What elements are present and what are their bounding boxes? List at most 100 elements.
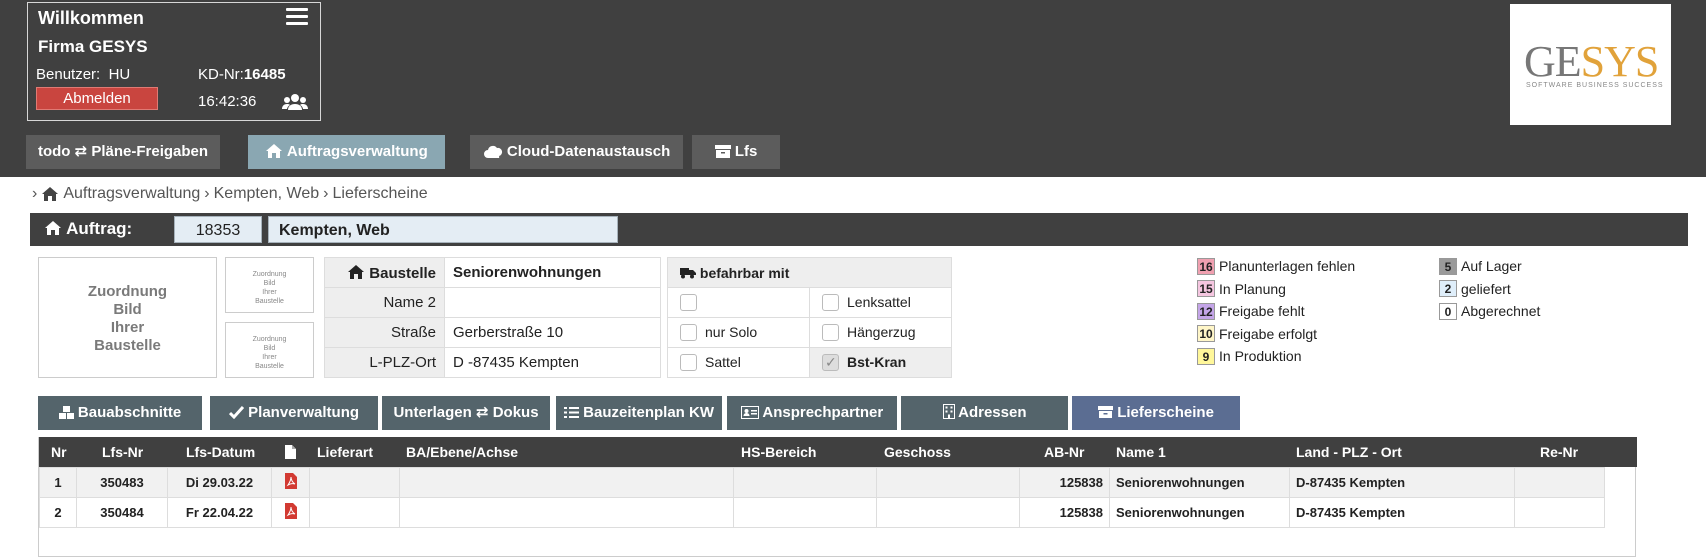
adressen-button[interactable]: Adressen [901, 396, 1068, 430]
column-header-geschoss[interactable]: Geschoss [884, 444, 951, 460]
building-icon [942, 404, 955, 419]
cell-land-plz-ort: D-87435 Kempten [1289, 497, 1515, 528]
pdf-icon[interactable] [284, 473, 297, 489]
legend-item: 5 Auf Lager [1439, 255, 1540, 278]
users-icon[interactable] [282, 93, 308, 111]
column-header-re-nr[interactable]: Re-Nr [1540, 444, 1578, 460]
cell-ab-nr: 125838 [1019, 467, 1110, 498]
archive-icon [1098, 406, 1114, 418]
column-header-lfs-nr[interactable]: Lfs-Nr [102, 444, 143, 460]
baustelle-thumbnail-2[interactable]: Zuordnung Bild Ihrer Baustelle [225, 322, 314, 378]
legend-label: Auf Lager [1461, 258, 1522, 275]
befahrbar-option-haengerzug[interactable]: Hängerzug [809, 317, 952, 348]
cell-pdf[interactable] [271, 467, 310, 498]
breadcrumb-kempten-web[interactable]: Kempten, Web [214, 185, 320, 203]
hamburger-menu-icon[interactable] [286, 8, 308, 26]
status-legend-left: 16 Planunterlagen fehlen 15 In Planung 12 F… [1197, 255, 1355, 368]
chevron-right-icon: › [323, 185, 329, 202]
lieferscheine-table: Nr Lfs-Nr Lfs-Datum Lieferart BA/Ebene/A… [38, 437, 1637, 557]
welcome-text: Willkommen [38, 8, 144, 28]
befahrbar-option-sattel[interactable]: Sattel [667, 347, 810, 378]
legend-item: 10 Freigabe erfolgt [1197, 323, 1355, 346]
legend-item: 16 Planunterlagen fehlen [1197, 255, 1355, 278]
befahrbar-option-nur-solo[interactable]: nur Solo [667, 317, 810, 348]
legend-item: 0 Abgerechnet [1439, 300, 1540, 323]
kd-label: KD-Nr: [198, 66, 244, 83]
column-header-ba-ebene-achse[interactable]: BA/Ebene/Achse [406, 444, 518, 460]
tab-cloud-datenaustausch[interactable]: Cloud-Datenaustausch [470, 135, 683, 169]
status-count-badge: 9 [1197, 347, 1215, 365]
checkbox[interactable] [680, 324, 697, 342]
status-count-badge: 16 [1197, 257, 1215, 275]
cell-name-1: Seniorenwohnungen [1109, 497, 1290, 528]
kd-value: 16485 [243, 66, 286, 83]
ansprechpartner-button[interactable]: Ansprechpartner [727, 396, 897, 430]
status-legend-right: 5 Auf Lager 2 geliefert 0 Abgerechnet [1439, 255, 1540, 323]
column-header-lieferart[interactable]: Lieferart [317, 444, 373, 460]
column-header-lfs-datum[interactable]: Lfs-Datum [186, 444, 255, 460]
baustelle-value: D -87435 Kempten [444, 347, 661, 378]
befahrbar-option-bst-kran[interactable]: Bst-Kran [809, 347, 952, 378]
auftrag-name-field[interactable]: Kempten, Web [268, 216, 618, 243]
table-row[interactable]: 2 350484 Fr 22.04.22 125838 Seniorenwohn… [39, 497, 1605, 528]
logo-ge: GE [1524, 37, 1582, 86]
cell-lfs-nr: 350484 [76, 497, 168, 528]
bauabschnitte-button[interactable]: Bauabschnitte [38, 396, 202, 430]
baustelle-info-table: Baustelle Seniorenwohnungen Name 2 Straß… [324, 257, 661, 378]
table-body: 1 350483 Di 29.03.22 125838 Seniorenwohn… [39, 467, 1605, 528]
breadcrumb-auftragsverwaltung[interactable]: Auftragsverwaltung [63, 185, 200, 203]
checkbox-checked[interactable] [822, 354, 839, 372]
home-icon [45, 221, 61, 235]
befahrbar-option[interactable] [667, 287, 810, 318]
status-count-badge: 12 [1197, 302, 1215, 320]
baustelle-image-placeholder[interactable]: Zuordnung Bild Ihrer Baustelle [38, 257, 217, 378]
status-count-badge: 0 [1439, 302, 1457, 320]
breadcrumb-lieferscheine[interactable]: Lieferscheine [333, 185, 428, 203]
tab-todo-plaene-freigaben[interactable]: todo ⇄ Pläne-Freigaben [26, 135, 220, 169]
baustelle-value: Gerberstraße 10 [444, 317, 661, 348]
cell-geschoss [876, 467, 1020, 498]
column-header-hs-bereich[interactable]: HS-Bereich [741, 444, 816, 460]
auftrag-number-field[interactable]: 18353 [174, 216, 262, 243]
lieferscheine-button[interactable]: Lieferscheine [1072, 396, 1240, 430]
tab-auftragsverwaltung[interactable]: Auftragsverwaltung [248, 135, 445, 169]
cell-pdf[interactable] [271, 497, 310, 528]
befahrbar-table: befahrbar mit Lenksattel nur Solo Hänger… [667, 257, 952, 378]
baustelle-thumbnail-1[interactable]: Zuordnung Bild Ihrer Baustelle [225, 257, 314, 313]
planverwaltung-button[interactable]: Planverwaltung [210, 396, 378, 430]
legend-label: Planunterlagen fehlen [1219, 258, 1356, 275]
breadcrumb: › Auftragsverwaltung › Kempten, Web › Li… [32, 185, 428, 203]
cell-name-1: Seniorenwohnungen [1109, 467, 1290, 498]
befahrbar-option-lenksattel[interactable]: Lenksattel [809, 287, 952, 318]
cell-lieferart [309, 467, 400, 498]
column-header-ab-nr[interactable]: AB-Nr [1044, 444, 1084, 460]
legend-label: geliefert [1461, 280, 1511, 297]
legend-label: Abgerechnet [1461, 303, 1541, 320]
home-icon [42, 187, 59, 201]
cell-re-nr [1514, 497, 1605, 528]
top-bar: Willkommen Firma GESYS Benutzer: HU KD-N… [0, 0, 1706, 177]
cell-lfs-datum: Fr 22.04.22 [167, 497, 272, 528]
checkbox[interactable] [822, 324, 839, 342]
baustelle-header-value: Seniorenwohnungen [444, 257, 661, 288]
firm-name: Firma GESYS [38, 37, 148, 56]
baustelle-key: Straße [324, 317, 445, 348]
table-row[interactable]: 1 350483 Di 29.03.22 125838 Seniorenwohn… [39, 467, 1605, 498]
checkbox[interactable] [822, 294, 839, 312]
column-header-name-1[interactable]: Name 1 [1116, 444, 1166, 460]
bauzeitenplan-button[interactable]: Bauzeitenplan KW [556, 396, 722, 430]
checkbox[interactable] [680, 294, 697, 312]
logout-button[interactable]: Abmelden [36, 87, 158, 110]
column-header-nr[interactable]: Nr [51, 444, 67, 460]
cell-ba-ebene-achse [399, 497, 734, 528]
cell-lieferart [309, 497, 400, 528]
status-count-badge: 2 [1439, 280, 1457, 298]
checkbox[interactable] [680, 354, 697, 372]
cell-nr: 2 [39, 497, 77, 528]
pdf-icon[interactable] [284, 503, 297, 519]
status-count-badge: 5 [1439, 257, 1457, 275]
tab-lfs[interactable]: Lfs [692, 135, 780, 169]
column-header-land-plz-ort[interactable]: Land - PLZ - Ort [1296, 444, 1402, 460]
unterlagen-dokus-button[interactable]: Unterlagen ⇄ Dokus [382, 396, 550, 430]
legend-label: Freigabe fehlt [1219, 303, 1305, 320]
